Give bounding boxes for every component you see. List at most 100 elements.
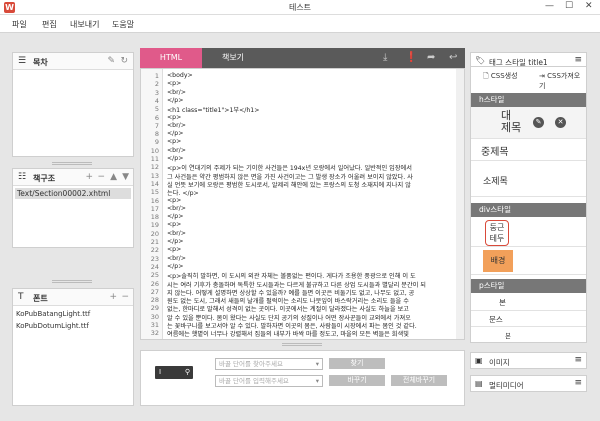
code-line: <br/> [167,204,186,212]
code-line: <p> [167,246,182,254]
code-line: <p> [167,138,182,146]
line-number: 31 [150,321,159,329]
style-item-label: 문스 [489,315,503,324]
book-title: 책구조 [33,174,56,183]
remove-icon[interactable]: − [97,172,105,182]
search-mode-label: I [159,368,162,376]
find-button[interactable]: 찾기 [329,358,385,369]
edit-icon[interactable]: ✎ [533,117,544,128]
list-icon: ☰ [18,56,27,66]
menu-bar: 파일 편집 내보내기 도움말 [0,15,600,33]
refresh-icon[interactable]: ↻ [120,56,128,66]
line-number: 16 [150,196,159,205]
resize-handle-editor[interactable] [282,343,322,346]
move-up-icon[interactable]: ▲ [110,172,117,182]
style-item[interactable]: 본 [471,327,586,342]
style-item-label: 소제목 [483,177,508,187]
code-line: <br/> [167,121,186,129]
chevron-down-icon: ▾ [315,360,319,368]
tab-bookview[interactable]: 책보기 [202,48,264,68]
menu-icon[interactable]: ≡ [574,55,582,65]
text-icon: T [18,292,24,302]
editor-scrollbar[interactable] [456,69,464,339]
menu-icon[interactable]: ≡ [574,378,582,388]
maximize-button[interactable]: ☐ [565,1,573,11]
font-item[interactable]: KoPubDotumLight.ttf [16,322,89,330]
delete-icon[interactable]: ✕ [555,117,566,128]
line-number: 4 [154,96,159,105]
line-number: 24 [150,262,159,271]
line-number: 27 [150,287,159,296]
add-file-icon: 🗋 [483,72,489,80]
line-number: 3 [154,88,159,97]
pencil-icon[interactable]: ✎ [107,56,115,66]
image-panel-title: 이미지 [489,358,510,367]
style-item[interactable]: 대 제목 ✎ ✕ [471,107,586,139]
line-number: 17 [150,204,159,213]
code-editor[interactable]: 1 2 3 4 5 6 7 8 9 10 11 12 13 14 15 16 17 18 19 20 21 22 23 24 2… [140,68,465,340]
resize-handle-book[interactable] [52,280,92,283]
search-mode-box[interactable]: I ⚲ [155,366,193,379]
move-down-icon[interactable]: ▼ [122,172,129,182]
find-input[interactable]: 바꿀 단어를 찾아주세요 ▾ [215,358,323,370]
menu-help[interactable]: 도움말 [112,19,134,30]
media-panel-header[interactable]: ▤ 멀티미디어 ≡ [470,375,587,392]
h-style-section: h스타일 [471,93,586,107]
editor-tabbar: HTML 책보기 ⤓ ❗ ➦ ↩ [140,48,465,68]
font-item[interactable]: KoPubBatangLight.ttf [16,310,90,318]
css-import-button[interactable]: ⇥ CSS가져오기 [539,71,586,91]
menu-edit[interactable]: 편집 [42,19,57,30]
line-number: 13 [150,171,159,180]
menu-file[interactable]: 파일 [12,19,27,30]
style-item[interactable]: 소제목 [471,161,586,197]
image-panel-header[interactable]: ▣ 이미지 ≡ [470,352,587,369]
code-line: <br/> [167,229,186,237]
style-item-label: 대 제목 [501,109,522,134]
line-number: 32 [150,329,159,338]
replace-input[interactable]: 바꿀 단어를 입력해주세요 ▾ [215,375,323,387]
line-number: 21 [150,238,159,246]
style-item-label: 중제목 [481,147,509,158]
add-font-icon[interactable]: + [109,292,117,302]
minimize-button[interactable]: — [545,1,554,11]
code-line: <p> [167,196,182,204]
remove-font-icon[interactable]: − [121,292,129,302]
style-item[interactable]: 문스 [471,311,586,327]
toc-title: 목차 [33,58,48,67]
fonts-header: T 폰트 + − [13,289,133,306]
find-replace-panel: I ⚲ 바꿀 단어를 찾아주세요 ▾ 바꿀 단어를 입력해주세요 ▾ 찾기 바꾸기 전… [140,350,465,406]
menu-icon[interactable]: ≡ [574,355,582,365]
line-number: 18 [150,213,159,222]
line-number: 22 [150,246,159,255]
style-item[interactable]: 본 [471,293,586,311]
replace-placeholder: 바꿀 단어를 입력해주세요 [219,377,289,385]
close-button[interactable]: ✕ [585,1,593,11]
app-window: W 테스트 — ☐ ✕ 파일 편집 내보내기 도움말 ☰ 목차 ✎ ↻ ☷ 책구… [0,0,600,421]
download-icon[interactable]: ⤓ [383,52,387,63]
back-icon[interactable]: ↩ [449,52,457,63]
code-line: </p> [167,130,184,138]
resize-handle-toc[interactable] [52,162,92,165]
line-number: 26 [150,279,159,288]
alert-icon[interactable]: ❗ [405,52,417,63]
css-create-button[interactable]: 🗋 CSS생성 [483,71,518,83]
book-icon: ☷ [18,172,27,182]
line-number: 12 [150,163,159,172]
style-item[interactable]: 중제목 [471,139,586,161]
code-line: </p> [167,213,184,221]
style-item-label: 둥근 테두 [485,220,509,246]
find-placeholder: 바꿀 단어를 찾아주세요 [219,360,283,368]
tab-html[interactable]: HTML [140,48,202,68]
menu-export[interactable]: 내보내기 [70,19,99,30]
line-number: 9 [154,138,159,147]
book-header: ☷ 책구조 + − ▲ ▼ [13,169,133,186]
add-icon[interactable]: + [85,172,93,182]
replace-button[interactable]: 바꾸기 [329,375,385,386]
file-item[interactable]: Text/Section00002.xhtml [15,188,131,199]
media-panel-title: 멀티미디어 [489,381,524,390]
forward-icon[interactable]: ➦ [427,52,435,63]
style-item[interactable]: 배경 [471,247,586,275]
replace-all-button[interactable]: 전체바꾸기 [391,375,447,386]
code-line: <p> [167,221,182,229]
style-item[interactable]: 둥근 테두 [471,217,586,247]
